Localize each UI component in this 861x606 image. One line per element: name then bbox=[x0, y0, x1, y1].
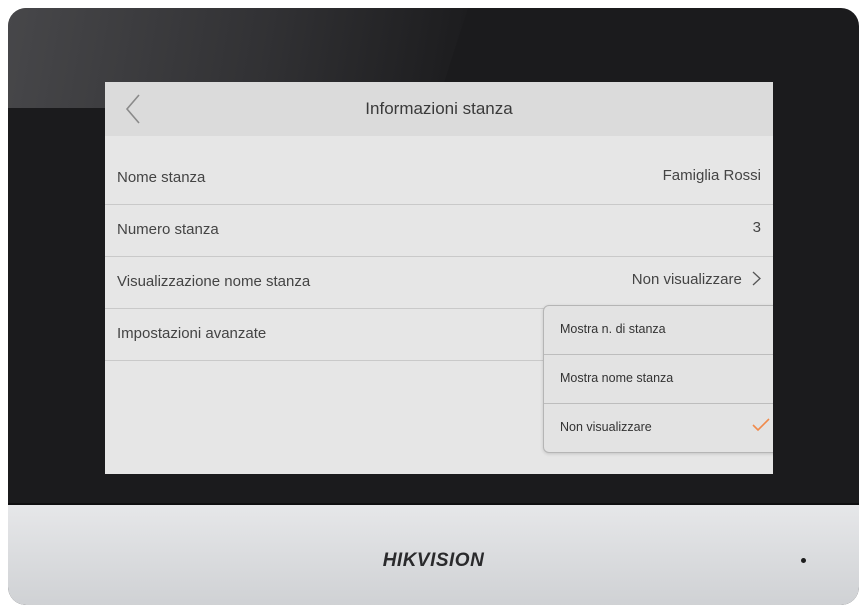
display-mode-dropdown: Mostra n. di stanza Mostra nome stanza N… bbox=[543, 305, 773, 453]
room-name-display-label: Visualizzazione nome stanza bbox=[117, 273, 311, 290]
chevron-right-icon bbox=[752, 271, 761, 290]
option-label: Non visualizzare bbox=[560, 420, 652, 434]
room-name-value: Famiglia Rossi bbox=[662, 167, 761, 184]
option-label: Mostra nome stanza bbox=[560, 371, 674, 385]
room-name-display-row[interactable]: Visualizzazione nome stanza Non visualiz… bbox=[105, 256, 773, 309]
room-name-display-value: Non visualizzare bbox=[631, 271, 742, 288]
option-show-room-name[interactable]: Mostra nome stanza bbox=[544, 355, 773, 404]
room-name-row[interactable]: Nome stanza Famiglia Rossi bbox=[105, 152, 773, 205]
room-name-display-value-wrap: Non visualizzare bbox=[632, 271, 761, 290]
title-bar: Informazioni stanza bbox=[105, 82, 773, 136]
checkmark-icon bbox=[752, 418, 770, 437]
intercom-device: Informazioni stanza Nome stanza Famiglia… bbox=[8, 8, 859, 605]
option-do-not-display[interactable]: Non visualizzare bbox=[544, 404, 773, 452]
room-number-row[interactable]: Numero stanza 3 bbox=[105, 204, 773, 257]
room-number-value: 3 bbox=[752, 219, 761, 236]
touch-screen: Informazioni stanza Nome stanza Famiglia… bbox=[105, 82, 773, 474]
advanced-settings-label: Impostazioni avanzate bbox=[117, 325, 267, 342]
option-show-room-number[interactable]: Mostra n. di stanza bbox=[544, 306, 773, 355]
device-bottom-panel: HIKVISION bbox=[8, 503, 859, 605]
room-number-label: Numero stanza bbox=[117, 221, 219, 238]
page-title: Informazioni stanza bbox=[365, 99, 513, 118]
option-label: Mostra n. di stanza bbox=[560, 322, 666, 336]
indicator-led bbox=[801, 558, 806, 563]
room-name-label: Nome stanza bbox=[117, 169, 206, 186]
brand-logo: HIKVISION bbox=[382, 550, 485, 571]
